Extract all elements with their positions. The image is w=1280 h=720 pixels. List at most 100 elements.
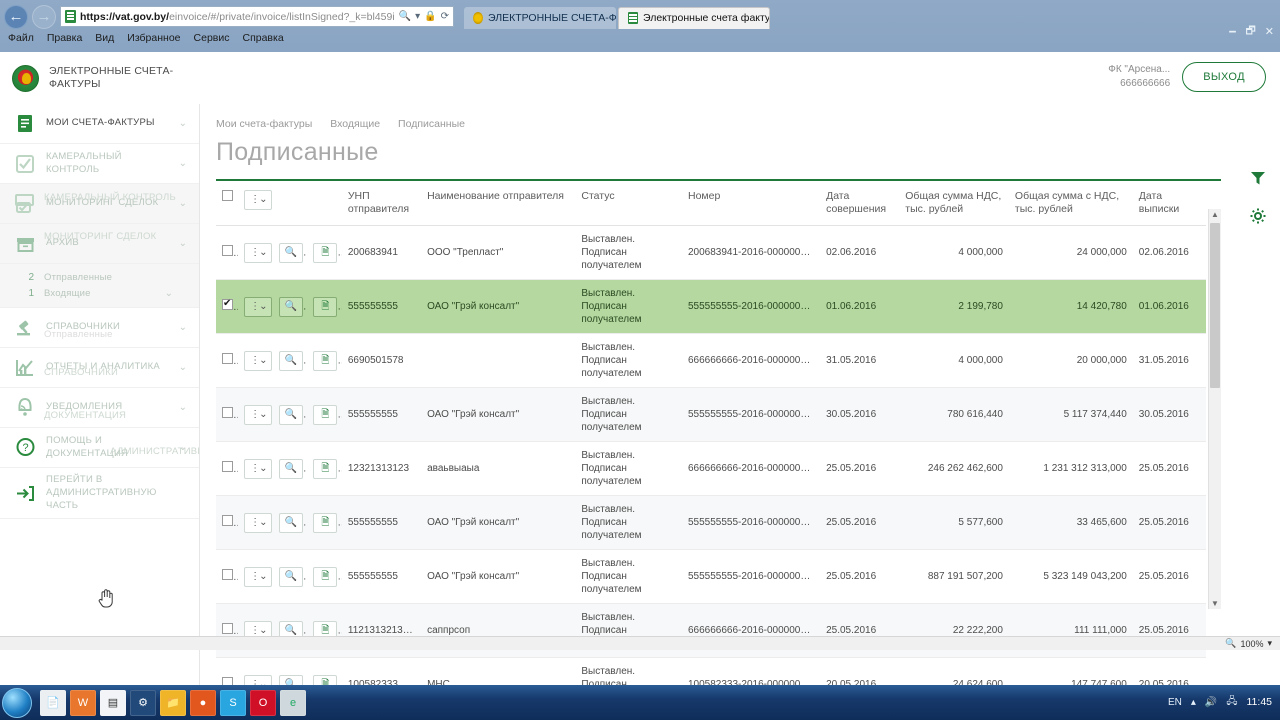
kebab-chevron-icon[interactable]: ⋮⌄ [244,512,273,533]
kebab-chevron-icon[interactable]: ⋮⌄ [244,404,273,425]
sidebar-item-my-invoices[interactable]: МОИ СЧЕТА-ФАКТУРЫ ⌄ [0,104,199,144]
opera-icon[interactable]: O [250,689,276,716]
chevron-down-icon[interactable]: ⌄ [179,238,191,249]
minimize-icon[interactable]: 🗕 [1229,22,1237,41]
browser-tab-1[interactable]: ЭЛЕКТРОННЫЕ СЧЕТА-ФАКТ... [464,6,616,29]
column-sender[interactable]: Наименование отправителя [421,181,576,227]
firefox-icon[interactable]: ● [190,689,216,716]
network-icon[interactable]: 🖧 [1226,694,1237,711]
chevron-down-icon[interactable]: ⌄ [179,402,191,413]
table-row[interactable]: ⋮⌄🔍 🗎555555555ОАО "Грэй консалт"Выставлен… [216,495,1206,551]
chevron-down-icon[interactable]: ⌄ [165,288,177,299]
row-checkbox[interactable] [222,623,233,635]
sidebar-item-reports[interactable]: ОТЧЕТЫ И АНАЛИТИКА СПРАВОЧНИКИ ⌄ [0,348,199,388]
sidebar-item-admin-part[interactable]: ПЕРЕЙТИ В АДМИНИСТРАТИВНУЮ ЧАСТЬ [0,468,199,520]
magnifier-icon[interactable]: 🔍 [278,404,303,425]
chevron-down-icon[interactable]: ⌄ [179,322,191,333]
volume-icon[interactable]: 🔊 [1205,697,1217,708]
kebab-chevron-icon[interactable]: ⋮⌄ [244,242,273,263]
search-icon[interactable]: 🔍 [399,11,411,22]
column-sum-with-vat[interactable]: Общая сумма с НДС, тыс. рублей [1008,181,1133,227]
folder-icon[interactable]: 📁 [160,689,186,716]
show-hidden-icon[interactable]: ▴ [1191,697,1196,708]
menu-item-file[interactable]: Файл [8,32,34,44]
table-row[interactable]: ⋮⌄ 🔍 🗎100582333МНСВыставлен. Подписан полу… [216,657,1206,685]
document-page-icon[interactable]: 🗎 [313,566,338,587]
scroll-down-icon[interactable]: ▼ [1211,599,1219,608]
user-info[interactable]: ФК "Арсена... 666666666 [1108,63,1170,91]
row-checkbox[interactable] [222,569,233,581]
document-page-icon[interactable]: 🗎 [313,350,338,371]
magnifier-icon[interactable]: 🔍 [278,512,303,533]
sidebar-item-notifications[interactable]: УВЕДОМЛЕНИЯ ДОКУМЕНТАЦИЯ ⌄ [0,388,199,428]
filter-icon[interactable] [1250,170,1266,190]
close-window-icon[interactable]: ✕ [1265,25,1274,38]
kebab-chevron-icon[interactable]: ⋮⌄ [244,458,273,479]
address-bar[interactable]: https://vat.gov.by/einvoice/#/private/in… [60,6,454,27]
row-checkbox[interactable] [222,245,233,257]
tray-language[interactable]: EN [1168,697,1182,708]
kebab-chevron-icon[interactable]: ⋮⌄ [244,674,273,685]
menu-item-edit[interactable]: Правка [47,32,82,44]
table-row[interactable]: ⋮⌄ 🔍 🗎 12321313123 аваьвыаыа Выставлен. Подпи… [216,441,1206,497]
zoom-level[interactable]: 100% [1240,639,1263,649]
sidebar-subitem-inbox[interactable]: 1 Входящие ⌄ [22,286,185,301]
menu-item-help[interactable]: Справка [242,32,283,44]
table-row[interactable]: ⋮⌄ 🔍 🗎 200683941 ООО "Треплacт" Выставлен. По… [216,225,1206,281]
chevron-down-icon[interactable]: ⌄ [179,362,191,373]
calculator-icon[interactable]: ▤ [100,689,126,716]
menu-item-tools[interactable]: Сервис [194,32,230,44]
row-checkbox[interactable] [222,461,233,473]
sidebar-subitem-sent[interactable]: 2 Отправленные [22,270,120,285]
windows-start-orb-icon[interactable] [2,687,32,718]
chevron-down-icon[interactable]: ⌄ [179,118,191,129]
refresh-icon[interactable]: ⟳ [441,11,449,22]
zoom-caret-icon[interactable]: ▾ [1267,638,1272,649]
settings-icon[interactable]: ⚙ [130,689,156,716]
breadcrumb-item-signed[interactable]: Подписанные [398,118,465,130]
breadcrumb-item-incoming[interactable]: Входящие [330,118,380,130]
document-page-icon[interactable]: 🗎 [313,242,338,263]
column-date-issue[interactable]: Дата выписки [1132,181,1206,227]
table-row[interactable]: ⋮⌄ 🔍 🗎 6690501578 Выставлен. Подписан получа… [216,333,1206,389]
row-checkbox[interactable] [222,407,233,419]
sidebar-item-desk-control[interactable]: КАМЕРАЛЬНЫЙ КОНТРОЛЬ ⌄ [0,144,199,184]
table-vertical-scrollbar[interactable]: ▲ ▼ [1208,209,1221,609]
kebab-chevron-icon[interactable]: ⋮⌄ [244,190,273,210]
document-page-icon[interactable]: 🗎 [313,512,338,533]
sidebar-item-help-documentation[interactable]: ? ПОМОЩЬ И ДОКУМЕНТАЦИЯ АДМИНИСТРАТИВНУЮ… [0,428,199,468]
column-unp[interactable]: УНП отправителя [341,181,422,227]
column-status[interactable]: Статус [575,181,682,227]
kebab-chevron-icon[interactable]: ⋮⌄ [244,350,273,371]
magnifier-icon[interactable]: 🔍 [278,458,303,479]
sidebar-item-archive[interactable]: АРХИВ МОНИТОРИНГ СДЕЛОК ⌄ [0,224,199,264]
select-all-checkbox[interactable] [222,190,233,201]
skype-icon[interactable]: S [220,689,246,716]
magnifier-icon[interactable]: 🔍 [278,674,303,685]
word-icon[interactable]: W [70,689,96,716]
column-number[interactable]: Номер [682,181,821,227]
column-sum-vat[interactable]: Общая сумма НДС, тыс. рублей [899,181,1009,227]
chevron-down-icon[interactable]: ⌄ [179,158,191,169]
document-page-icon[interactable]: 🗎 [313,296,338,317]
row-checkbox[interactable] [222,353,233,365]
taskbar-clock[interactable]: 11:45 [1247,696,1273,709]
maximize-icon[interactable]: 🗗 [1245,22,1255,41]
kebab-chevron-icon[interactable]: ⋮⌄ [244,566,273,587]
menu-item-favorites[interactable]: Избранное [127,32,180,44]
gear-icon[interactable] [1250,208,1266,228]
kebab-chevron-icon[interactable]: ⋮⌄ [244,296,273,317]
browser-icon[interactable]: e [280,689,306,716]
sidebar-item-deal-monitoring[interactable]: МОНИТОРИНГ СДЕЛОК КАМЕРАЛЬНЫЙ КОНТРОЛЬ ⌄ [0,184,199,224]
notepad-icon[interactable]: 📄 [40,689,66,716]
dropdown-caret-icon[interactable]: ▾ [415,11,420,22]
table-row[interactable]: ⋮⌄🔍 🗎555555555ОАО "Грэй консалт"Выставлен… [216,387,1206,443]
sidebar-item-references[interactable]: СПРАВОЧНИКИ Отправленные ⌄ [0,308,199,348]
chevron-down-icon[interactable]: ⌄ [179,442,191,453]
browser-tab-2[interactable]: Электронные счета факту... ✕ [618,6,770,29]
vertical-scroll-thumb[interactable] [1210,223,1220,388]
scroll-up-icon[interactable]: ▲ [1211,210,1219,219]
document-page-icon[interactable]: 🗎 [313,674,338,685]
document-page-icon[interactable]: 🗎 [313,404,338,425]
magnifier-icon[interactable]: 🔍 [278,242,303,263]
